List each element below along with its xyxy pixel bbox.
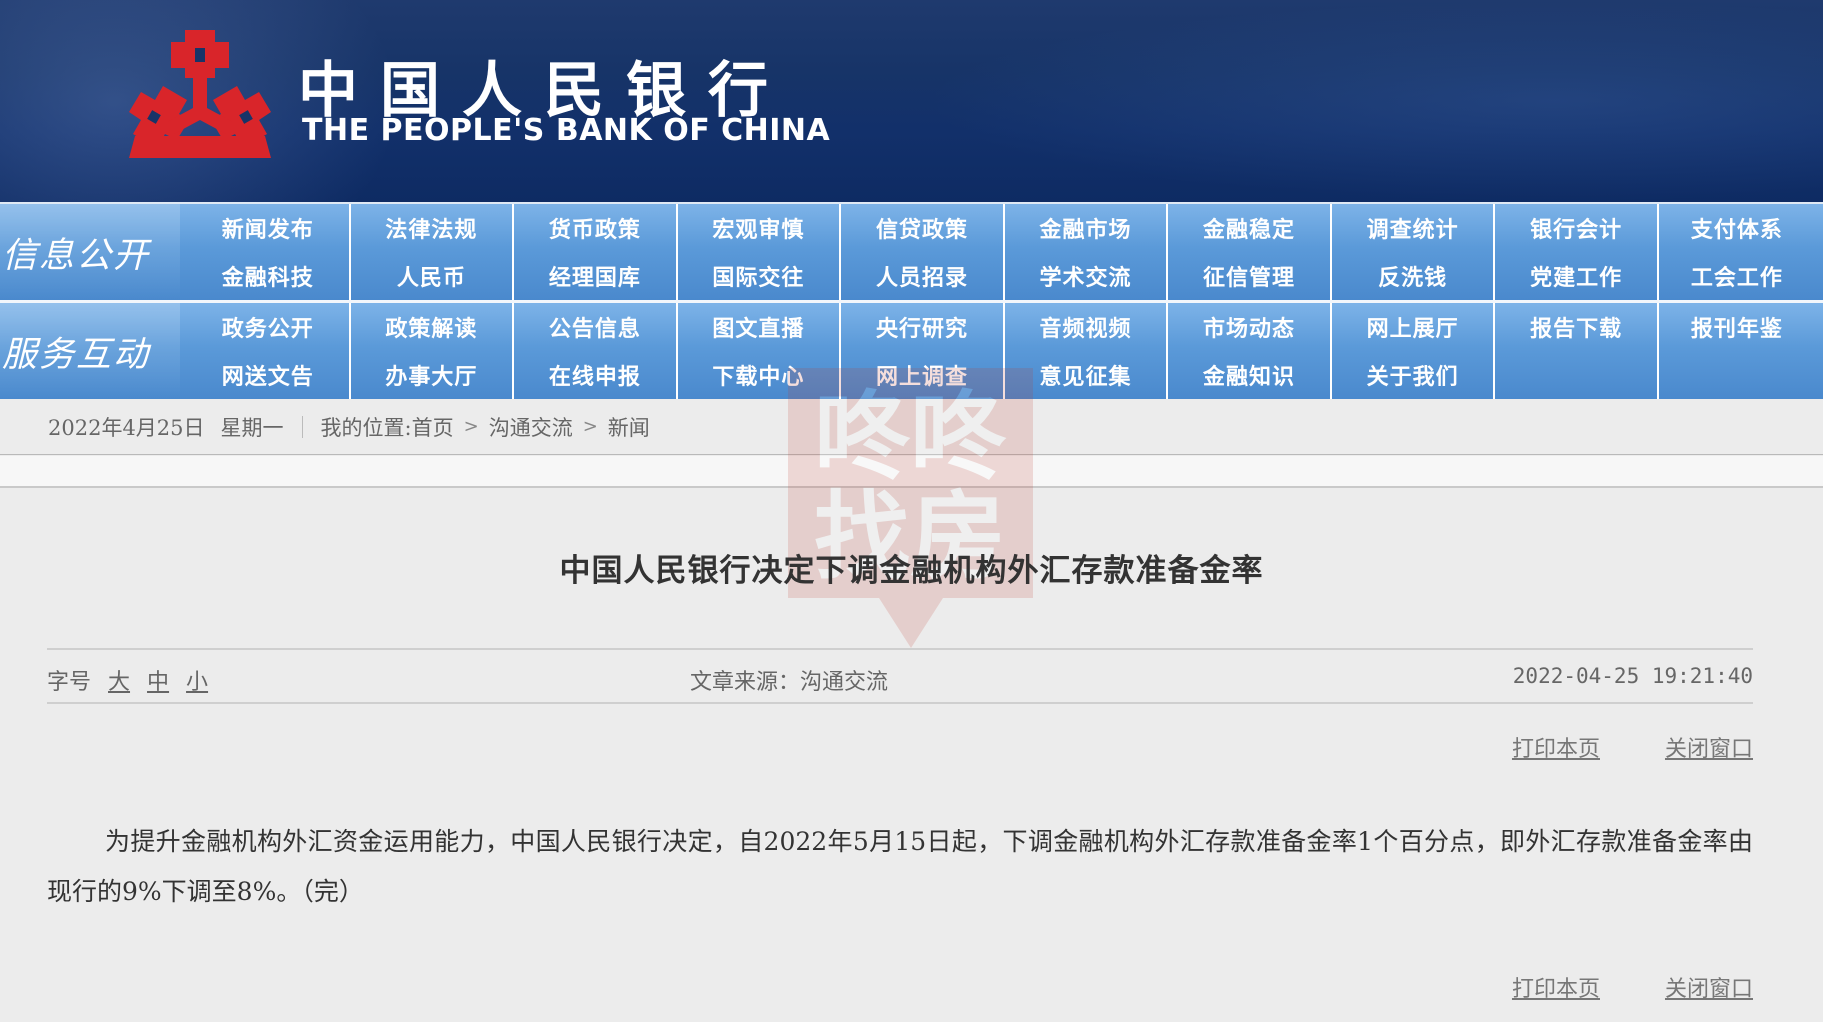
nav-item-empty [1495, 351, 1659, 399]
meta-bottom-divider [47, 702, 1753, 704]
nav-row: 网送文告 办事大厅 在线申报 下载中心 网上调查 意见征集 金融知识 关于我们 [187, 351, 1823, 399]
article-tools-bottom: 打印本页 关闭窗口 [1454, 971, 1753, 1003]
nav-item-policy-interpretation[interactable]: 政策解读 [351, 303, 515, 351]
nav-item-anti-money-laundering[interactable]: 反洗钱 [1332, 252, 1496, 300]
nav-item-treasury[interactable]: 经理国库 [514, 252, 678, 300]
meta-top-divider [47, 648, 1753, 650]
article-body: 为提升金融机构外汇资金运用能力，中国人民银行决定，自2022年5月15日起，下调… [47, 827, 1753, 906]
nav-item-service-hall[interactable]: 办事大厅 [351, 351, 515, 399]
nav-item-announcements[interactable]: 公告信息 [514, 303, 678, 351]
breadcrumb-divider [301, 415, 303, 438]
pboc-emblem-icon [129, 30, 271, 158]
nav-item-fintech[interactable]: 金融科技 [187, 252, 351, 300]
nav-item-credit-policy[interactable]: 信贷政策 [841, 204, 1005, 252]
nav-item-credit-reference[interactable]: 征信管理 [1168, 252, 1332, 300]
nav-item-document-delivery[interactable]: 网送文告 [187, 351, 351, 399]
article-datetime: 2022-04-25 19:21:40 [1512, 664, 1753, 688]
nav-group-label: 服务互动 [0, 303, 180, 399]
article-source: 文章来源：沟通交流 [690, 670, 889, 695]
nav-grid: 政务公开 政策解读 公告信息 图文直播 央行研究 音频视频 市场动态 网上展厅 … [187, 303, 1823, 399]
nav-item-online-survey[interactable]: 网上调查 [841, 351, 1005, 399]
logo-english-name: THE PEOPLE'S BANK OF CHINA [302, 113, 831, 148]
font-size-small-link[interactable]: 小 [186, 670, 208, 695]
nav-item-payment-system[interactable]: 支付体系 [1659, 204, 1823, 252]
article-tools-top: 打印本页 关闭窗口 [1454, 731, 1753, 763]
nav-item-statistics[interactable]: 调查统计 [1332, 204, 1496, 252]
close-window-link[interactable]: 关闭窗口 [1665, 977, 1753, 1002]
breadcrumb-communication-link[interactable]: 沟通交流 [489, 412, 573, 442]
nav-item-market-news[interactable]: 市场动态 [1168, 303, 1332, 351]
print-page-link[interactable]: 打印本页 [1512, 737, 1600, 762]
content-top-band [0, 456, 1823, 488]
nav-item-online-exhibition[interactable]: 网上展厅 [1332, 303, 1496, 351]
header-banner: 中国人民银行 THE PEOPLE'S BANK OF CHINA [0, 0, 1823, 202]
nav-item-empty [1659, 351, 1823, 399]
nav-item-about-us[interactable]: 关于我们 [1332, 351, 1496, 399]
nav-item-bank-accounting[interactable]: 银行会计 [1495, 204, 1659, 252]
nav-item-report-download[interactable]: 报告下载 [1495, 303, 1659, 351]
nav-item-recruitment[interactable]: 人员招录 [841, 252, 1005, 300]
nav-item-yearbook[interactable]: 报刊年鉴 [1659, 303, 1823, 351]
nav-item-financial-knowledge[interactable]: 金融知识 [1168, 351, 1332, 399]
nav-item-union-work[interactable]: 工会工作 [1659, 252, 1823, 300]
nav-row: 金融科技 人民币 经理国库 国际交往 人员招录 学术交流 征信管理 反洗钱 党建… [187, 252, 1823, 300]
nav-row: 政务公开 政策解读 公告信息 图文直播 央行研究 音频视频 市场动态 网上展厅 … [187, 303, 1823, 351]
current-date: 2022年4月25日 [48, 415, 205, 440]
nav-group-service-interaction: 服务互动 政务公开 政策解读 公告信息 图文直播 央行研究 音频视频 市场动态 … [0, 303, 1823, 399]
nav-item-financial-stability[interactable]: 金融稳定 [1168, 204, 1332, 252]
chevron-right-icon: > [582, 416, 598, 437]
print-page-link[interactable]: 打印本页 [1512, 977, 1600, 1002]
font-size-large-link[interactable]: 大 [108, 670, 130, 695]
nav-item-audio-video[interactable]: 音频视频 [1005, 303, 1169, 351]
nav-item-macroprudential[interactable]: 宏观审慎 [678, 204, 842, 252]
breadcrumb-news-link[interactable]: 新闻 [608, 412, 650, 442]
breadcrumb-home-link[interactable]: 首页 [412, 412, 454, 442]
close-window-link[interactable]: 关闭窗口 [1665, 737, 1753, 762]
nav-item-international[interactable]: 国际交往 [678, 252, 842, 300]
font-size-switcher: 字号 大 中 小 [47, 664, 208, 696]
nav-row: 新闻发布 法律法规 货币政策 宏观审慎 信贷政策 金融市场 金融稳定 调查统计 … [187, 204, 1823, 252]
nav-item-monetary-policy[interactable]: 货币政策 [514, 204, 678, 252]
chevron-right-icon: > [463, 416, 479, 437]
nav-group-info-disclosure: 信息公开 新闻发布 法律法规 货币政策 宏观审慎 信贷政策 金融市场 金融稳定 … [0, 204, 1823, 300]
nav-item-news-release[interactable]: 新闻发布 [187, 204, 351, 252]
current-weekday: 星期一 [220, 415, 284, 440]
nav-item-research[interactable]: 央行研究 [841, 303, 1005, 351]
nav-item-academic[interactable]: 学术交流 [1005, 252, 1169, 300]
breadcrumb-prefix: 我的位置: [320, 415, 412, 440]
font-size-medium-link[interactable]: 中 [147, 670, 169, 695]
nav-item-online-filing[interactable]: 在线申报 [514, 351, 678, 399]
nav-item-opinion-collection[interactable]: 意见征集 [1005, 351, 1169, 399]
nav-item-download-center[interactable]: 下载中心 [678, 351, 842, 399]
nav-grid: 新闻发布 法律法规 货币政策 宏观审慎 信贷政策 金融市场 金融稳定 调查统计 … [187, 204, 1823, 300]
nav-item-party-building[interactable]: 党建工作 [1495, 252, 1659, 300]
nav-item-government-affairs[interactable]: 政务公开 [187, 303, 351, 351]
nav-group-label: 信息公开 [0, 204, 180, 300]
nav-item-rmb[interactable]: 人民币 [351, 252, 515, 300]
nav-item-financial-market[interactable]: 金融市场 [1005, 204, 1169, 252]
font-size-label: 字号 [47, 670, 92, 695]
nav-item-live-broadcast[interactable]: 图文直播 [678, 303, 842, 351]
article-title: 中国人民银行决定下调金融机构外汇存款准备金率 [559, 553, 1264, 589]
breadcrumb: 2022年4月25日 星期一 我的位置: 首页 > 沟通交流 > 新闻 [0, 399, 1823, 455]
nav-item-laws[interactable]: 法律法规 [351, 204, 515, 252]
article-meta: 字号 大 中 小 文章来源：沟通交流 2022-04-25 19:21:40 [47, 660, 1753, 696]
